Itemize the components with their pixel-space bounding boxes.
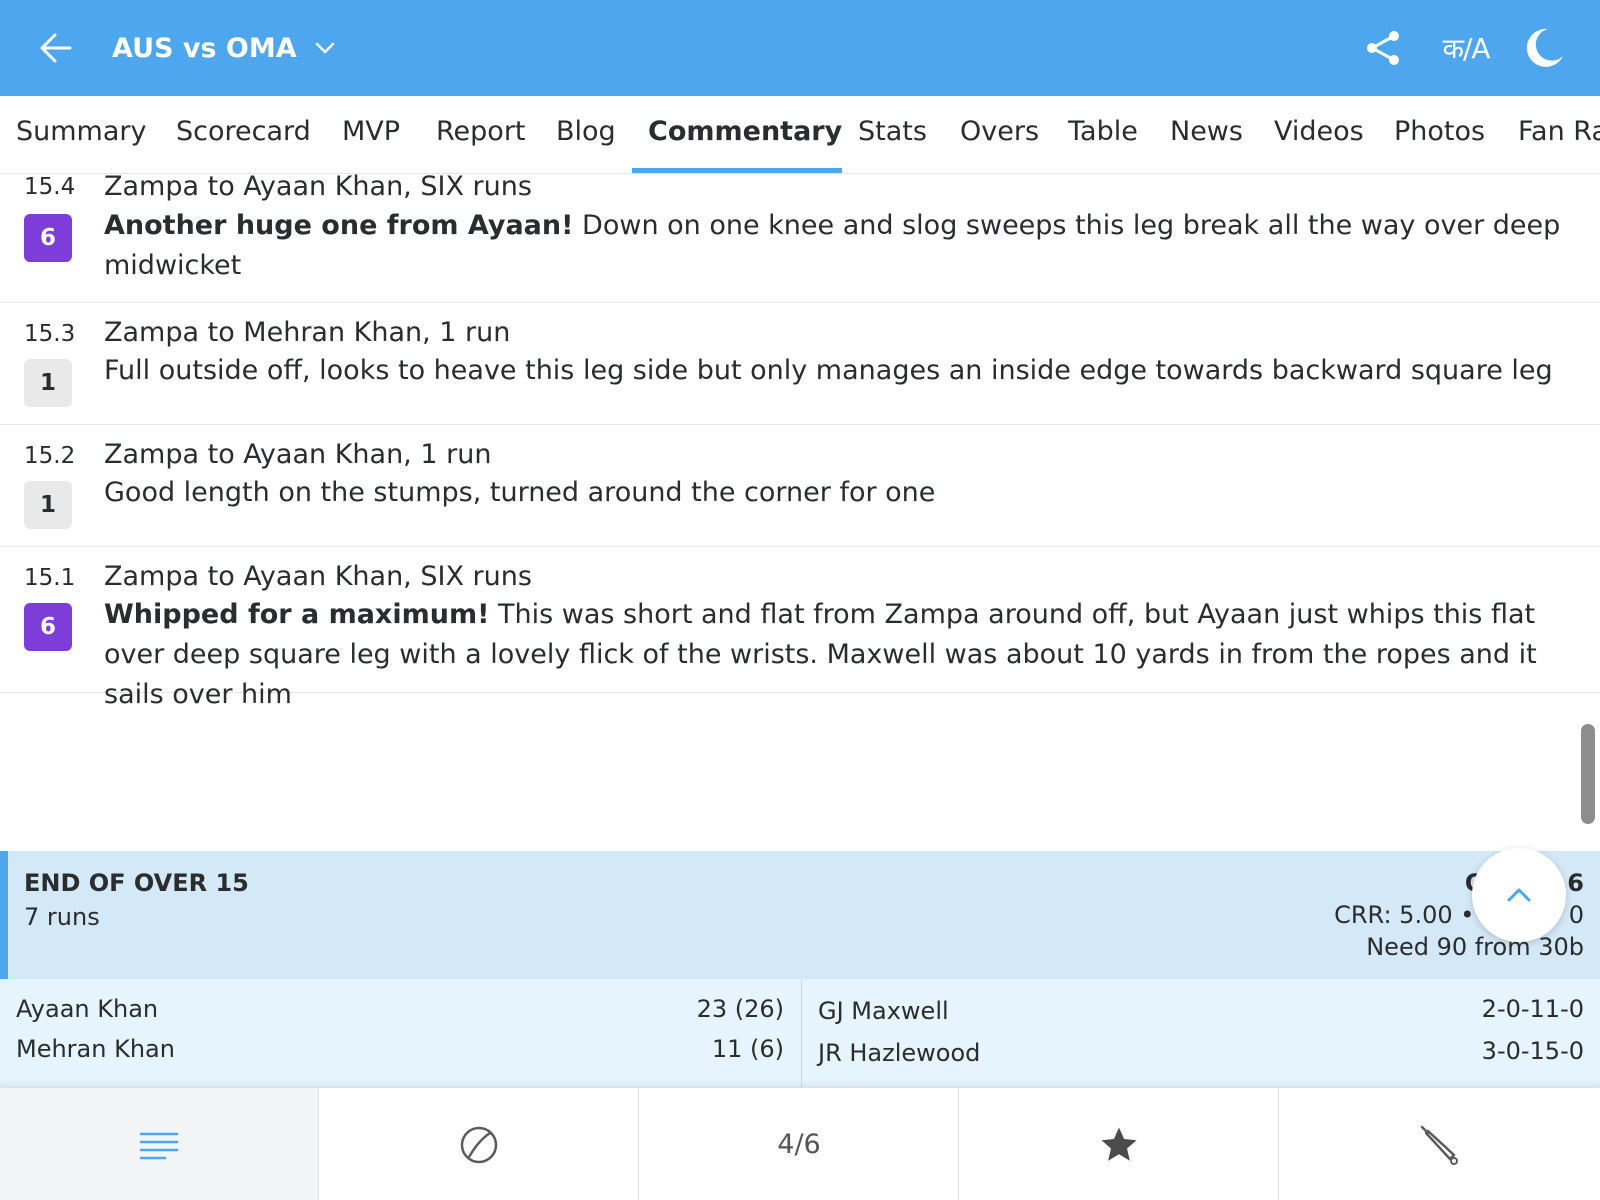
batter-name[interactable]: Ayaan Khan [16,995,158,1023]
match-selector[interactable]: AUS vs OMA [112,28,337,68]
bottom-navigation: 4/6 [0,1087,1600,1200]
ball-over-number: 15.2 [24,443,76,469]
ball-runs-badge: 1 [24,359,72,407]
ball-over-number: 15.3 [24,321,76,347]
tab-report[interactable]: Report [436,116,526,147]
tab-summary[interactable]: Summary [16,116,146,147]
players-summary: Ayaan Khan 23 (26) Mehran Khan 11 (6) GJ… [0,979,1600,1087]
moon-icon [1526,28,1563,67]
scroll-to-top-button[interactable] [1472,848,1566,942]
commentary-item: 15.4 6 Zampa to Ayaan Khan, SIX runs Ano… [0,171,1600,303]
bowler-name[interactable]: GJ Maxwell [818,997,949,1025]
share-button[interactable] [1360,24,1408,72]
tab-mvp[interactable]: MVP [342,116,400,147]
nav-over-counter[interactable]: 4/6 [640,1088,959,1200]
ball-title: Zampa to Ayaan Khan, 1 run [104,439,492,470]
nav-highlights[interactable] [960,1088,1279,1200]
tab-photos[interactable]: Photos [1394,116,1485,147]
tab-fan-ratings[interactable]: Fan Ra [1518,116,1600,147]
arrow-left-icon [40,33,72,63]
nav-batting[interactable] [1280,1088,1600,1200]
ball-over-number: 15.4 [24,174,76,200]
share-icon [1367,31,1399,65]
back-button[interactable] [36,26,76,70]
chevron-up-icon [1507,888,1531,902]
ball-title: Zampa to Mehran Khan, 1 run [104,317,511,348]
ball-highlight: Whipped for a maximum! [104,599,490,630]
list-icon [139,1132,179,1159]
commentary-item: 15.2 1 Zampa to Ayaan Khan, 1 run Good l… [0,425,1600,547]
top-app-bar: AUS vs OMA क/A [0,0,1600,96]
cricket-bat-icon [1420,1125,1458,1165]
bowler-name[interactable]: JR Hazlewood [818,1039,980,1067]
ball-runs-badge: 1 [24,481,72,529]
match-tabs: Summary Scorecard MVP Report Blog Commen… [0,96,1600,174]
over-counter-label: 4/6 [777,1129,821,1160]
tab-blog[interactable]: Blog [556,116,616,147]
tab-stats[interactable]: Stats [858,116,927,147]
ball-description: Another huge one from Ayaan! Down on one… [104,206,1584,286]
tab-commentary[interactable]: Commentary [648,116,842,147]
ball-title: Zampa to Ayaan Khan, SIX runs [104,561,532,592]
ball-text: Full outside off, looks to heave this le… [104,355,1553,386]
active-tab-indicator [632,168,842,173]
score-tail: 6 [1567,869,1584,897]
ball-runs-badge: 6 [24,214,72,262]
commentary-item: 15.3 1 Zampa to Mehran Khan, 1 run Full … [0,303,1600,425]
ball-over-number: 15.1 [24,565,76,591]
star-icon [1101,1127,1137,1161]
batter-name[interactable]: Mehran Khan [16,1035,175,1063]
ball-text: Good length on the stumps, turned around… [104,477,936,508]
commentary-item: 15.1 6 Zampa to Ayaan Khan, SIX runs Whi… [0,547,1600,710]
ball-description: Full outside off, looks to heave this le… [104,351,1584,391]
bowler-figures: 2-0-11-0 [1481,995,1584,1023]
tab-videos[interactable]: Videos [1274,116,1364,147]
chevron-down-icon [313,36,337,60]
rates-tail: 0 [1568,901,1584,929]
match-title: AUS vs OMA [112,32,297,64]
batter-score: 23 (26) [696,995,784,1023]
end-of-over-accent [0,851,8,979]
tab-news[interactable]: News [1170,116,1243,147]
scrollbar-thumb[interactable] [1581,724,1595,824]
language-toggle-label: क/A [1442,32,1490,65]
nav-commentary-list[interactable] [0,1088,319,1200]
ball-highlight: Another huge one from Ayaan! [104,210,574,241]
theme-toggle-button[interactable] [1520,24,1568,72]
ball-description: Whipped for a maximum! This was short an… [104,595,1594,715]
bowler-figures: 3-0-15-0 [1481,1037,1584,1065]
end-of-over-summary: END OF OVER 15 7 runs O6 CRR: 5.00 • R0 … [0,851,1600,979]
language-button[interactable]: क/A [1436,24,1496,72]
ball-icon [460,1126,498,1163]
batter-score: 11 (6) [711,1035,784,1063]
tab-table[interactable]: Table [1068,116,1138,147]
end-of-over-runs: 7 runs [24,903,100,931]
end-of-over-title: END OF OVER 15 [24,869,249,897]
nav-ball-by-ball[interactable] [320,1088,639,1200]
ball-description: Good length on the stumps, turned around… [104,473,1584,513]
ball-title: Zampa to Ayaan Khan, SIX runs [104,171,532,202]
players-divider [801,979,802,1087]
tab-overs[interactable]: Overs [960,116,1039,147]
tab-scorecard[interactable]: Scorecard [176,116,311,147]
end-of-over-need: Need 90 from 30b [1366,933,1584,961]
ball-runs-badge: 6 [24,603,72,651]
